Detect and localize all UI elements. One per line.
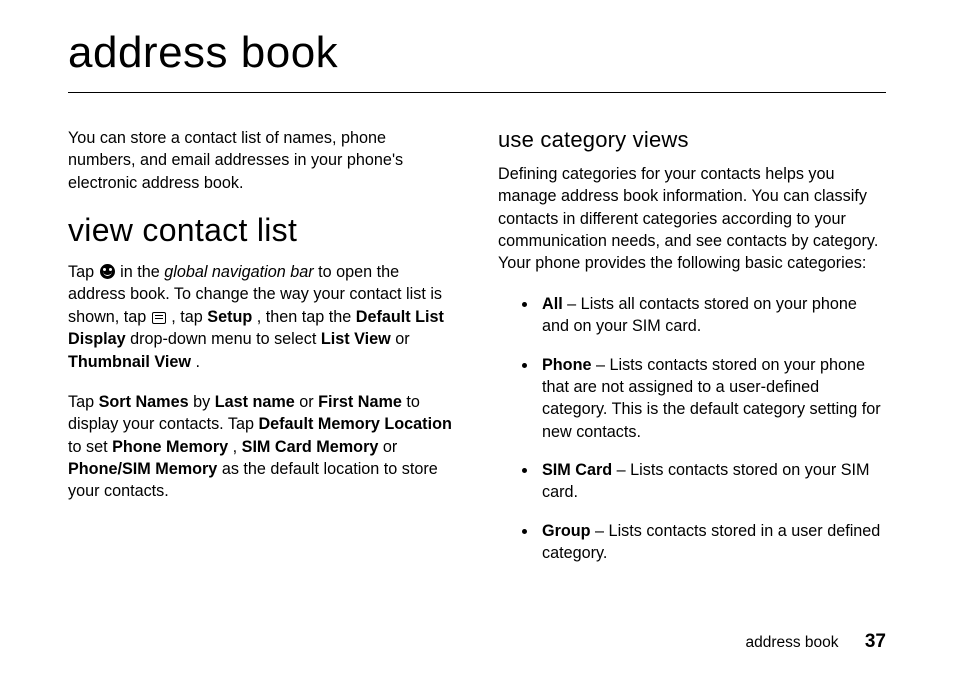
list-view-label: List View [321, 330, 391, 348]
menu-icon [152, 312, 166, 324]
view-contact-list-paragraph-1: Tap in the global navigation bar to open… [68, 261, 456, 373]
category-name: Phone [542, 356, 591, 374]
view-contact-list-paragraph-2: Tap Sort Names by Last name or First Nam… [68, 391, 456, 503]
text: drop-down menu to select [130, 330, 321, 348]
category-desc: – Lists all contacts stored on your phon… [542, 295, 857, 335]
category-name: Group [542, 522, 591, 540]
two-column-layout: You can store a contact list of names, p… [68, 127, 886, 580]
page-footer: address book 37 [745, 631, 886, 653]
text: or [299, 393, 318, 411]
left-column: You can store a contact list of names, p… [68, 127, 456, 580]
subsection-heading-use-category-views: use category views [498, 127, 886, 153]
text: or [383, 438, 397, 456]
sim-card-memory-label: SIM Card Memory [242, 438, 379, 456]
contacts-icon [100, 264, 115, 279]
text: by [193, 393, 215, 411]
category-list: All – Lists all contacts stored on your … [498, 293, 886, 565]
category-views-intro: Defining categories for your contacts he… [498, 163, 886, 275]
list-item: All – Lists all contacts stored on your … [538, 293, 886, 338]
text: Tap [68, 393, 99, 411]
title-rule [68, 92, 886, 93]
list-item: SIM Card – Lists contacts stored on your… [538, 459, 886, 504]
category-name: SIM Card [542, 461, 612, 479]
right-column: use category views Defining categories f… [498, 127, 886, 580]
text: , then tap the [257, 308, 356, 326]
text: or [395, 330, 409, 348]
text: to set [68, 438, 112, 456]
setup-label: Setup [207, 308, 252, 326]
text: in the [120, 263, 164, 281]
text: Tap [68, 263, 99, 281]
intro-paragraph: You can store a contact list of names, p… [68, 127, 456, 194]
phone-sim-memory-label: Phone/SIM Memory [68, 460, 217, 478]
footer-section-label: address book [745, 634, 838, 651]
phone-memory-label: Phone Memory [112, 438, 228, 456]
text: , tap [171, 308, 207, 326]
text: , [233, 438, 242, 456]
thumbnail-view-label: Thumbnail View [68, 353, 191, 371]
manual-page: address book You can store a contact lis… [0, 0, 954, 675]
category-name: All [542, 295, 563, 313]
section-heading-view-contact-list: view contact list [68, 212, 456, 249]
text: . [195, 353, 200, 371]
category-desc: – Lists contacts stored in a user define… [542, 522, 880, 562]
first-name-label: First Name [318, 393, 402, 411]
page-title: address book [68, 28, 886, 84]
last-name-label: Last name [215, 393, 295, 411]
list-item: Phone – Lists contacts stored on your ph… [538, 354, 886, 443]
sort-names-label: Sort Names [99, 393, 189, 411]
list-item: Group – Lists contacts stored in a user … [538, 520, 886, 565]
default-memory-location-label: Default Memory Location [258, 415, 451, 433]
global-navigation-bar-term: global navigation bar [164, 263, 313, 281]
category-desc: – Lists contacts stored on your phone th… [542, 356, 881, 441]
page-number: 37 [865, 631, 886, 652]
